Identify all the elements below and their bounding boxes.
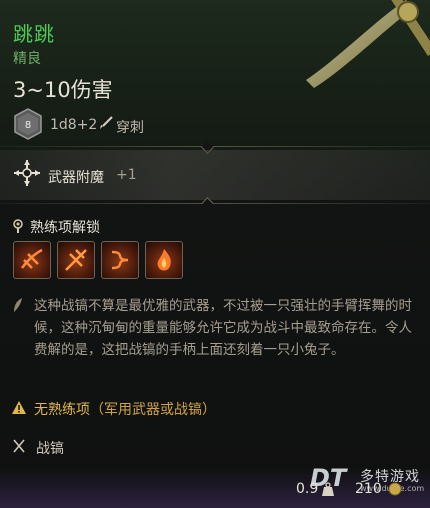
crossed-weapons-icon [13,439,25,453]
proficiency-lock-icon [13,219,23,233]
weight-icon [322,482,334,496]
damage-type: 穿刺 [116,120,144,136]
warning-detail: （军用武器或战镐） [90,402,216,418]
proficiency-warning: 无熟练项（军用武器或战镐） [34,399,216,419]
weapon-type: 战镐 [36,441,64,457]
lore-description: 这种战镐不算是最优雅的武器，不过被一只强壮的手臂挥舞的时候，这种沉甸甸的重量能够… [34,298,412,358]
warning-main: 无熟练项 [34,402,90,418]
enchant-value: +1 [116,167,137,183]
cleave-skill-icon[interactable] [57,241,95,279]
item-rarity: 精良 [13,51,41,67]
section-divider [0,146,430,147]
quill-icon [14,298,22,312]
rush-skill-icon[interactable] [101,241,139,279]
damage-range: 3~10伤害 [13,78,113,102]
enchantment-icon [14,160,40,186]
dice-face-label: 8 [25,120,31,131]
gold-coin-icon [388,482,402,496]
section-divider [0,203,430,204]
item-name: 跳跳 [13,22,55,46]
item-weight: 0.9 [296,481,319,497]
warning-icon [12,401,26,414]
skill-list [13,241,183,279]
enchant-label: 武器附魔 [48,170,104,186]
item-tooltip: 跳跳 精良 3~10伤害 8 1d8+2 穿刺 武器附魔 +1 熟练项解锁 这种… [0,0,430,508]
proficiency-title: 熟练项解锁 [30,220,100,236]
scythe-weapon-icon [306,0,430,88]
d8-dice-icon: 8 [13,108,43,140]
dice-formula: 1d8+2 [50,117,98,133]
piercing-icon [100,116,113,129]
fire-skill-icon[interactable] [145,241,183,279]
item-price: 210 [355,481,382,497]
slash-skill-icon[interactable] [13,241,51,279]
